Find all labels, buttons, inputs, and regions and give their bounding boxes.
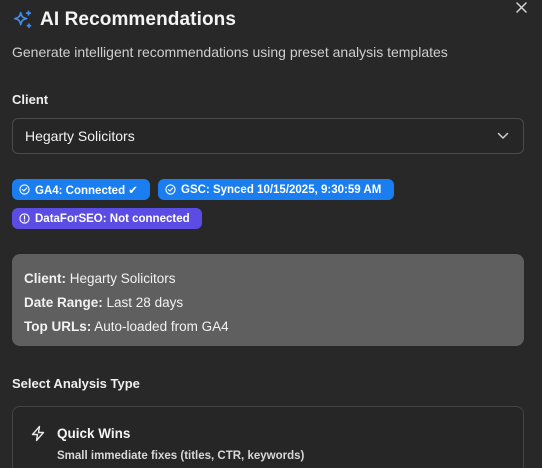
ga4-status-text: GA4: Connected ✔ (35, 184, 138, 197)
ai-recommendations-panel: AI Recommendations Generate intelligent … (0, 0, 542, 468)
summary-date-range: Date Range: Last 28 days (24, 295, 184, 310)
analysis-section-title: Select Analysis Type (12, 376, 140, 391)
check-circle-icon (19, 184, 30, 195)
gsc-status-badge: GSC: Synced 10/15/2025, 9:30:59 AM (158, 179, 394, 200)
alert-circle-icon (19, 213, 30, 224)
client-label: Client (12, 92, 49, 107)
dataforseo-status-text: DataForSEO: Not connected (35, 212, 190, 225)
lightning-icon (31, 425, 45, 442)
gsc-status-text: GSC: Synced 10/15/2025, 9:30:59 AM (181, 183, 382, 196)
close-icon (515, 1, 527, 13)
analysis-card-description: Small immediate fixes (titles, CTR, keyw… (57, 450, 305, 462)
analysis-card-quick-wins[interactable]: Quick Wins Small immediate fixes (titles… (12, 406, 524, 468)
page-title: AI Recommendations (40, 9, 237, 30)
client-select[interactable]: Hegarty Solicitors (12, 118, 524, 154)
client-select-value: Hegarty Solicitors (25, 128, 135, 144)
dataforseo-status-badge: DataForSEO: Not connected (12, 208, 202, 229)
chevron-down-icon (497, 132, 509, 139)
close-button[interactable] (512, 0, 530, 14)
check-circle-icon (165, 184, 176, 195)
summary-box: Client: Hegarty Solicitors Date Range: L… (12, 254, 524, 346)
ga4-status-badge: GA4: Connected ✔ (12, 179, 150, 200)
analysis-card-title: Quick Wins (57, 426, 131, 441)
summary-client: Client: Hegarty Solicitors (24, 271, 176, 286)
sparkles-icon (13, 10, 32, 29)
page-subtitle: Generate intelligent recommendations usi… (12, 44, 448, 60)
summary-top-urls: Top URLs: Auto-loaded from GA4 (24, 319, 229, 334)
panel-header: AI Recommendations (12, 9, 236, 31)
